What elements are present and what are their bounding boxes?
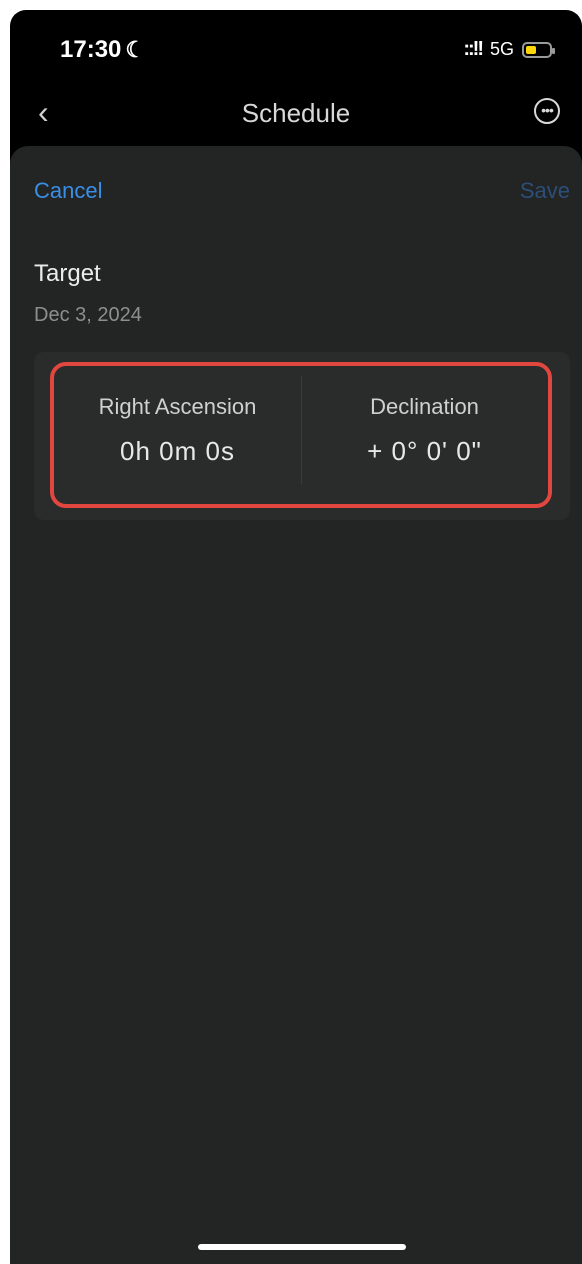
more-options-icon[interactable]: •••: [534, 98, 560, 124]
right-ascension-field[interactable]: Right Ascension 0h 0m 0s: [54, 366, 301, 504]
target-date: Dec 3, 2024: [34, 304, 142, 326]
declination-value: + 0° 0' 0": [367, 436, 482, 466]
signal-icon: ::!!: [463, 38, 484, 60]
battery-icon: [522, 41, 555, 58]
status-bar: 17:30 ☾ ::!! 5G: [10, 10, 582, 80]
phone-screen: 17:30 ☾ ::!! 5G ‹ Schedule ••• Cancel Sav…: [10, 10, 582, 1264]
save-button[interactable]: Save: [520, 178, 570, 204]
declination-field[interactable]: Declination + 0° 0' 0": [301, 366, 548, 504]
page-title: Schedule: [241, 98, 351, 128]
coordinates-card[interactable]: Right Ascension 0h 0m 0s Declination + 0…: [34, 352, 570, 520]
schedule-sheet: Cancel Save Target Dec 3, 2024 Right Asc…: [10, 146, 582, 1264]
battery-fill: [526, 45, 536, 54]
home-indicator[interactable]: [198, 1244, 406, 1250]
status-time: 17:30 ☾: [60, 36, 145, 64]
declination-label: Declination: [370, 394, 479, 419]
navigation-bar: ‹ Schedule •••: [10, 88, 582, 138]
status-indicators: ::!! 5G: [463, 38, 555, 61]
target-heading: Target: [34, 260, 101, 287]
status-time-text: 17:30: [60, 36, 122, 63]
highlight-outline: Right Ascension 0h 0m 0s Declination + 0…: [50, 362, 552, 508]
moon-icon: ☾: [125, 37, 146, 62]
right-ascension-value: 0h 0m 0s: [120, 436, 235, 466]
right-ascension-label: Right Ascension: [98, 394, 257, 419]
network-type: 5G: [489, 39, 514, 59]
cancel-button[interactable]: Cancel: [34, 178, 102, 204]
